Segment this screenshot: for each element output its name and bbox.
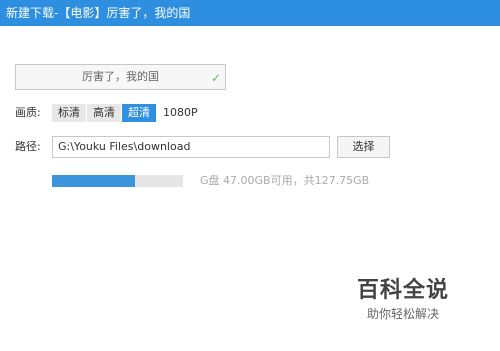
window-title: 新建下载-【电影】厉害了，我的国 [0,0,500,26]
quality-selector: 标清 高清 超清 1080P [52,104,205,122]
path-input[interactable]: G:\Youku Files\download [52,136,330,158]
quality-option-fhd[interactable]: 超清 [122,104,156,122]
path-label: 路径: [15,140,41,153]
watermark-logo: 百科全说 助你轻松解决 [338,278,468,322]
disk-usage-bar [52,175,183,187]
disk-usage-fill [52,175,135,187]
quality-label: 画质: [15,106,41,119]
watermark-title: 百科全说 [356,278,449,303]
quality-option-sd[interactable]: 标清 [52,104,86,122]
download-name-field[interactable]: 厉害了，我的国 ✓ [15,64,226,90]
disk-space-info: G盘 47.00GB可用，共127.75GB [200,174,370,187]
choose-path-button[interactable]: 选择 [337,136,390,158]
quality-option-1080p[interactable]: 1080P [157,104,204,122]
watermark-subtitle: 助你轻松解决 [366,307,439,321]
download-name-value: 厉害了，我的国 [82,70,159,83]
quality-option-hd[interactable]: 高清 [87,104,121,122]
checkmark-icon: ✓ [210,71,221,85]
